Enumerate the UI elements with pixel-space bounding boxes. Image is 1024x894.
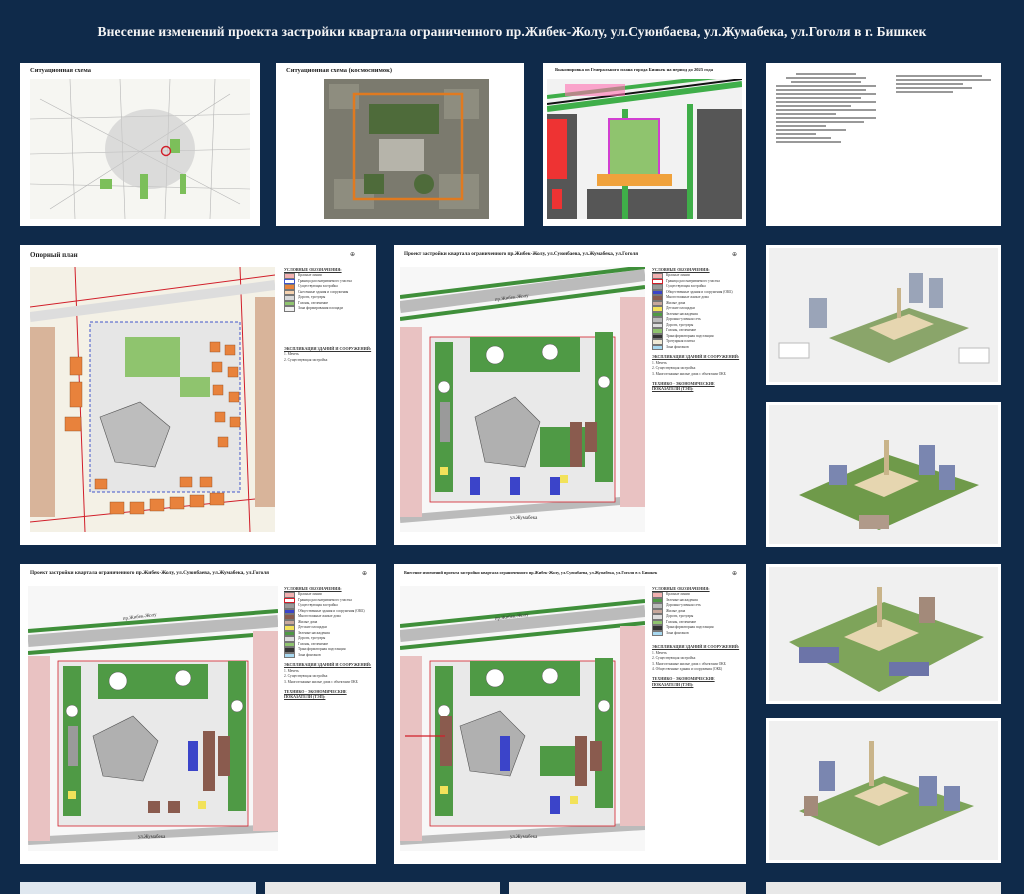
north-arrow-icon: ⊕ <box>350 251 356 258</box>
situation-map <box>30 79 250 219</box>
panel-title: Проект застройки квартала ограниченного … <box>404 251 639 257</box>
bottom-render-3 <box>509 882 746 894</box>
explication-heading: ЭКСПЛИКАЦИЯ ЗДАНИЙ И СООРУЖЕНИЙ: <box>284 345 372 351</box>
tep-heading: ТЕХНИКО - ЭКОНОМИЧЕСКИЕ ПОКАЗАТЕЛИ (ТЭП)… <box>284 689 347 700</box>
project-plan-panel-2: Проект застройки квартала ограниченного … <box>20 564 376 864</box>
explication-item: 3. Многоэтажные жилые дома с объектами О… <box>284 679 358 684</box>
project-legend-2: УСЛОВНЫЕ ОБОЗНАЧЕНИЯ: Красные линии Гран… <box>284 586 372 701</box>
legend-heading: УСЛОВНЫЕ ОБОЗНАЧЕНИЯ: <box>284 586 342 591</box>
project-legend-1: УСЛОВНЫЕ ОБОЗНАЧЕНИЯ: Красные линии Гран… <box>652 267 742 393</box>
north-arrow-icon: ⊕ <box>362 570 368 577</box>
poster-title: Внесение изменений проекта застройки ква… <box>97 24 927 39</box>
panel-title: Выкопировка из Генерального плана города… <box>555 67 714 72</box>
explication-heading: ЭКСПЛИКАЦИЯ ЗДАНИЙ И СООРУЖЕНИЙ: <box>652 354 740 360</box>
render-image <box>769 721 998 860</box>
bottom-render-4 <box>766 882 1001 894</box>
base-plan-panel: Опорный план УСЛОВНЫЕ ОБОЗНАЧЕНИЯ: Красн… <box>20 245 376 545</box>
project-plan-map-3: пр.Жибек-Жолуул.Жумабека <box>400 586 645 851</box>
legend-item: Зона фонтанов <box>652 630 742 637</box>
render-panel-4 <box>766 718 1001 863</box>
render-image <box>769 405 998 544</box>
explication-heading: ЭКСПЛИКАЦИЯ ЗДАНИЙ И СООРУЖЕНИЙ: <box>652 644 740 650</box>
project-plan-map-1: пр.Жибек-Жолуул.Жумабека <box>400 267 645 532</box>
render-image <box>769 567 998 701</box>
bottom-render-1 <box>20 882 256 894</box>
panel-title: Ситуационная схема (космоснимок) <box>286 67 393 74</box>
legend-heading: УСЛОВНЫЕ ОБОЗНАЧЕНИЯ: <box>652 267 710 272</box>
north-arrow-icon: ⊕ <box>732 251 738 258</box>
street-label-bottom: ул.Жумабека <box>510 835 538 840</box>
tep-heading: ТЕХНИКО - ЭКОНОМИЧЕСКИЕ ПОКАЗАТЕЛИ (ТЭП)… <box>652 676 715 687</box>
document-stamp <box>896 73 991 133</box>
render-panel-1 <box>766 245 1001 385</box>
explication-heading: ЭКСПЛИКАЦИЯ ЗДАНИЙ И СООРУЖЕНИЙ: <box>284 662 372 668</box>
panel-title: Ситуационная схема <box>30 67 91 74</box>
document-panel <box>766 63 1001 226</box>
project-plan-map-2: пр.Жибек-Жолуул.Жумабека <box>28 586 278 851</box>
project-plan-panel-1: Проект застройки квартала ограниченного … <box>394 245 746 545</box>
satellite-panel: Ситуационная схема (космоснимок) <box>276 63 524 226</box>
street-label-bottom: ул.Жумабека <box>510 516 538 521</box>
north-arrow-icon: ⊕ <box>732 570 738 577</box>
panel-title: Внесение изменений проекта застройки ква… <box>404 570 658 575</box>
legend-item: Зона формирования площади <box>284 306 372 312</box>
project-legend-3: УСЛОВНЫЕ ОБОЗНАЧЕНИЯ: Красные линии Зеле… <box>652 586 742 688</box>
tep-heading: ТЕХНИКО - ЭКОНОМИЧЕСКИЕ ПОКАЗАТЕЛИ (ТЭП)… <box>652 381 715 392</box>
document-page <box>776 71 876 221</box>
legend-heading: УСЛОВНЫЕ ОБОЗНАЧЕНИЯ: <box>652 586 710 591</box>
explication-item: 4. Общественные здания и сооружения (ОКБ… <box>652 667 723 672</box>
base-plan-map <box>30 267 275 532</box>
legend-heading: УСЛОВНЫЕ ОБОЗНАЧЕНИЯ: <box>284 267 342 272</box>
render-panel-2 <box>766 402 1001 547</box>
street-label-bottom: ул.Жумабека <box>138 835 166 840</box>
genplan-map <box>547 79 742 219</box>
genplan-panel: Выкопировка из Генерального плана города… <box>543 63 746 226</box>
satellite-image <box>324 79 489 219</box>
render-image <box>769 248 998 382</box>
explication-item: 3. Многоэтажные жилые дома с объектами О… <box>652 371 726 376</box>
render-panel-3 <box>766 564 1001 704</box>
panel-title: Опорный план <box>30 251 78 259</box>
explication-item: 2. Существующая застройка <box>284 357 328 362</box>
legend-item: Зона фонтанов <box>652 344 742 351</box>
legend-item: Зона фонтанов <box>284 652 372 659</box>
bottom-render-2 <box>265 882 500 894</box>
situation-panel: Ситуационная схема <box>20 63 260 226</box>
base-plan-legend: УСЛОВНЫЕ ОБОЗНАЧЕНИЯ: Красные линии Гран… <box>284 267 372 363</box>
panel-title: Проект застройки квартала ограниченного … <box>30 570 270 576</box>
project-plan-panel-3: Внесение изменений проекта застройки ква… <box>394 564 746 864</box>
